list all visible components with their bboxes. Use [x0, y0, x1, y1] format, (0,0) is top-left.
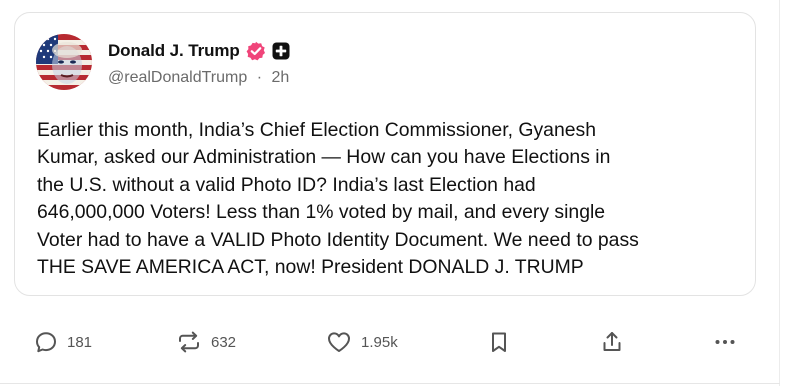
repost-count: 632 [211, 333, 237, 351]
author-display-name[interactable]: Donald J. Trump [108, 41, 240, 61]
post-text: Earlier this month, India’s Chief Electi… [37, 119, 639, 279]
plus-badge-icon [266, 42, 290, 60]
reply-button[interactable]: 181 [34, 322, 92, 362]
share-icon [600, 330, 624, 354]
like-count: 1.95k [361, 333, 398, 351]
verified-check-icon [240, 41, 266, 61]
author-handle[interactable]: @realDonaldTrump [108, 69, 247, 86]
meta-separator: · [256, 69, 263, 86]
repost-button[interactable]: 632 [176, 322, 236, 362]
avatar-image [36, 34, 92, 90]
author-name-row: Donald J. Trump [108, 40, 290, 62]
bookmark-button[interactable] [487, 322, 511, 362]
reply-count: 181 [67, 333, 93, 351]
bookmark-icon [487, 330, 511, 354]
more-options-button[interactable] [713, 322, 737, 362]
post-actions-bar: 181 632 1.95k [0, 322, 786, 362]
post-timestamp[interactable]: 2h [272, 69, 290, 86]
share-button[interactable] [600, 322, 624, 362]
like-button[interactable]: 1.95k [326, 322, 398, 362]
more-icon [713, 330, 737, 354]
avatar[interactable] [36, 34, 92, 90]
author-handle-row: @realDonaldTrump · 2h [108, 69, 289, 87]
heart-icon [326, 330, 352, 354]
post-card[interactable]: Donald J. Trump @realDonaldTrump · 2h Ea… [14, 12, 756, 296]
repost-icon [176, 330, 202, 354]
reply-icon [34, 330, 58, 354]
bottom-divider [0, 383, 780, 384]
